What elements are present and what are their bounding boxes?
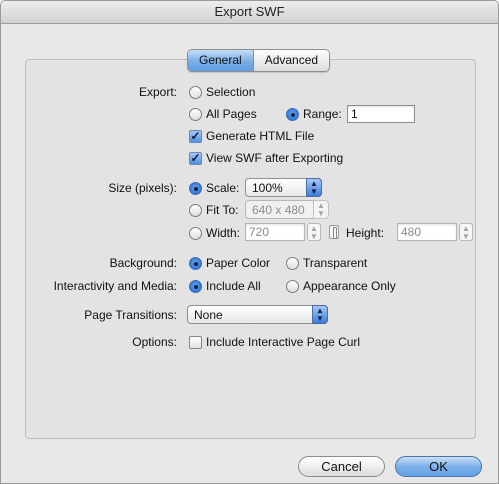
interactivity-label: Interactivity and Media: — [53, 279, 177, 293]
size-label: Size (pixels): — [108, 181, 177, 195]
view-swf-label: View SWF after Exporting — [206, 151, 344, 165]
size-scale-radio[interactable] — [189, 182, 202, 195]
scale-value: 100% — [252, 181, 283, 195]
scale-stepper-icon[interactable]: ▲ ▼ — [306, 178, 322, 197]
width-stepper-icon[interactable]: ▲ ▼ — [307, 223, 321, 241]
page-transitions-value: None — [194, 308, 223, 322]
fit-to-combo[interactable]: 640 x 480 ▲ ▼ — [245, 200, 329, 219]
background-transparent-label: Transparent — [303, 256, 368, 270]
generate-html-label: Generate HTML File — [206, 129, 315, 143]
height-stepper-icon[interactable]: ▲ ▼ — [459, 223, 473, 241]
export-swf-dialog: Export SWF General Advanced Export: Sele… — [0, 0, 499, 484]
constrain-proportions-icon[interactable] — [329, 225, 339, 239]
background-paper-color-radio[interactable] — [189, 257, 202, 270]
chevron-updown-icon[interactable]: ▲ ▼ — [312, 305, 328, 324]
generate-html-checkbox[interactable]: ✓ — [189, 130, 202, 143]
page-curl-label: Include Interactive Page Curl — [206, 335, 361, 349]
background-transparent-radio[interactable] — [286, 257, 299, 270]
view-swf-checkbox[interactable]: ✓ — [189, 152, 202, 165]
export-all-pages-radio[interactable] — [189, 108, 202, 121]
size-width-radio[interactable] — [189, 227, 202, 240]
fit-to-value: 640 x 480 — [252, 203, 305, 217]
tab-bar: General Advanced — [187, 49, 331, 72]
export-label: Export: — [138, 85, 177, 99]
size-fit-to-label: Fit To: — [206, 203, 239, 217]
fit-to-stepper-icon[interactable]: ▲ ▼ — [313, 200, 329, 219]
tab-advanced[interactable]: Advanced — [253, 50, 330, 71]
export-range-label: Range: — [303, 107, 342, 121]
size-fit-to-radio[interactable] — [189, 204, 202, 217]
interactivity-appearance-only-radio[interactable] — [286, 280, 299, 293]
dialog-title: Export SWF — [1, 1, 498, 24]
page-transitions-select[interactable]: None ▲ ▼ — [187, 305, 328, 324]
background-label: Background: — [109, 256, 177, 270]
size-height-label: Height: — [346, 226, 385, 240]
tab-general[interactable]: General — [188, 50, 254, 71]
range-input[interactable]: 1 — [347, 105, 415, 123]
size-width-label: Width: — [206, 226, 241, 240]
interactivity-include-all-radio[interactable] — [189, 280, 202, 293]
page-transitions-label: Page Transitions: — [84, 308, 177, 322]
scale-combo[interactable]: 100% ▲ ▼ — [245, 178, 322, 197]
export-range-radio[interactable] — [286, 108, 299, 121]
background-paper-color-label: Paper Color — [206, 256, 271, 270]
page-curl-checkbox[interactable] — [189, 336, 202, 349]
height-input[interactable]: 480 — [397, 223, 457, 241]
options-label: Options: — [132, 335, 177, 349]
export-selection-radio[interactable] — [189, 86, 202, 99]
export-selection-label: Selection — [206, 85, 256, 99]
cancel-button[interactable]: Cancel — [298, 456, 385, 477]
export-all-pages-label: All Pages — [206, 107, 257, 121]
width-input[interactable]: 720 — [245, 223, 305, 241]
size-scale-label: Scale: — [206, 181, 240, 195]
interactivity-include-all-label: Include All — [206, 279, 261, 293]
interactivity-appearance-only-label: Appearance Only — [303, 279, 396, 293]
ok-button[interactable]: OK — [395, 456, 482, 477]
